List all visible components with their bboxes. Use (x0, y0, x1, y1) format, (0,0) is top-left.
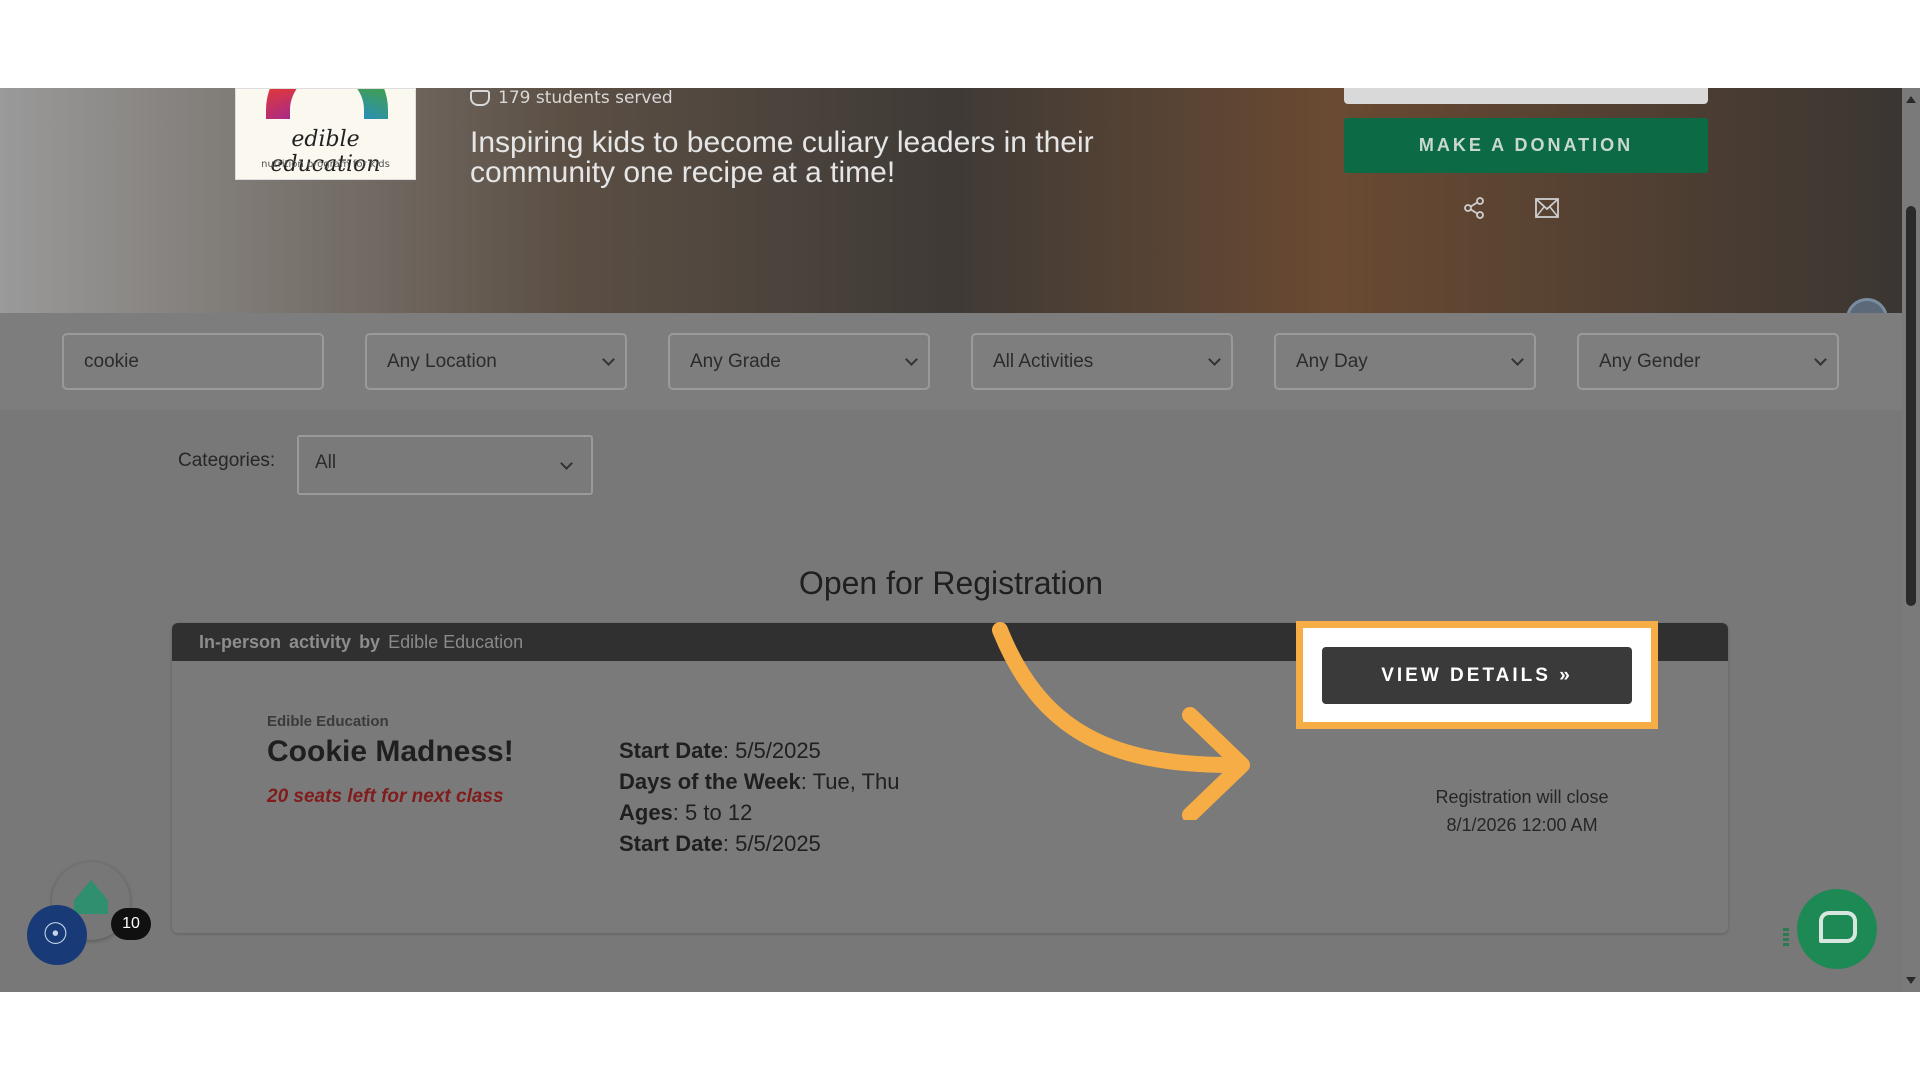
day-select[interactable]: Any Day (1274, 333, 1536, 390)
make-donation-button[interactable]: MAKE A DONATION (1344, 118, 1708, 173)
grip-handle-icon[interactable] (1783, 926, 1789, 946)
graduation-cap-icon (470, 90, 490, 106)
detail-row: Start Date: 5/5/2025 (619, 738, 821, 763)
by-word: by (359, 631, 381, 652)
hero-banner: edible education nutrition program for k… (0, 88, 1902, 340)
scrollbar-thumb[interactable] (1906, 206, 1916, 606)
grade-select[interactable]: Any Grade (668, 333, 930, 390)
scroll-up-icon[interactable] (1906, 96, 1916, 103)
section-title: Open for Registration (798, 565, 1104, 601)
chevron-down-icon (1208, 353, 1221, 366)
students-served-text: 179 students served (498, 88, 673, 108)
activity-org: Edible Education (267, 713, 389, 730)
accessibility-button[interactable]: ☉ (27, 905, 87, 965)
scrollbar[interactable] (1902, 88, 1920, 992)
activity-details: Start Date: 5/5/2025 Days of the Week: T… (619, 735, 899, 859)
activity-provider: Edible Education (388, 631, 524, 652)
filter-bar: cookie Any Location Any Grade All Activi… (0, 313, 1902, 410)
students-served: 179 students served (470, 88, 673, 108)
registration-close-note: Registration will close 8/1/2026 12:00 A… (1332, 783, 1712, 839)
location-select[interactable]: Any Location (365, 333, 627, 390)
accessibility-icon: ☉ (42, 917, 69, 952)
search-input[interactable]: cookie (62, 333, 324, 390)
seats-left: 20 seats left for next class (267, 786, 504, 807)
logo-subtitle: nutrition program for kids (261, 159, 390, 170)
chevron-down-icon (602, 353, 615, 366)
mail-icon[interactable] (1535, 198, 1559, 218)
categories-label: Categories: (178, 450, 276, 471)
day-select-value: Any Day (1296, 350, 1368, 372)
scroll-down-icon[interactable] (1906, 977, 1916, 984)
activities-select-value: All Activities (993, 350, 1094, 372)
activity-word: activity (289, 631, 352, 652)
share-icon[interactable] (1462, 196, 1486, 220)
page-viewport: edible education nutrition program for k… (0, 88, 1920, 992)
registration-close-date: 8/1/2026 12:00 AM (1446, 815, 1598, 835)
notification-badge: 10 (111, 908, 151, 940)
search-input-value: cookie (84, 350, 139, 372)
location-select-value: Any Location (387, 350, 497, 372)
hero-top-button[interactable] (1344, 88, 1708, 104)
activities-select[interactable]: All Activities (971, 333, 1233, 390)
chat-button[interactable] (1797, 889, 1877, 969)
chat-bubble-icon (1819, 911, 1857, 943)
activity-type: In-person (199, 631, 282, 652)
grade-select-value: Any Grade (690, 350, 781, 372)
detail-row: Days of the Week: Tue, Thu (619, 769, 900, 794)
chevron-down-icon (905, 353, 918, 366)
detail-row: Ages: 5 to 12 (619, 800, 753, 825)
categories-select-value: All (315, 452, 337, 473)
rainbow-logo-icon (266, 89, 388, 133)
org-tagline: Inspiring kids to become culiary leaders… (470, 126, 1094, 189)
detail-row: Start Date: 5/5/2025 (619, 831, 821, 856)
view-details-button[interactable]: VIEW DETAILS » (1322, 647, 1632, 704)
gender-select[interactable]: Any Gender (1577, 333, 1839, 390)
chevron-down-icon (560, 457, 573, 470)
activity-title[interactable]: Cookie Madness! (267, 735, 514, 769)
org-logo: edible education nutrition program for k… (235, 88, 416, 180)
categories-select[interactable]: All (297, 435, 593, 495)
registration-close-text: Registration will close (1435, 787, 1609, 807)
pointer-arrow-icon (992, 622, 1250, 820)
widget-logo-icon (74, 880, 108, 914)
gender-select-value: Any Gender (1599, 350, 1701, 372)
chevron-down-icon (1814, 353, 1827, 366)
chevron-down-icon (1511, 353, 1524, 366)
